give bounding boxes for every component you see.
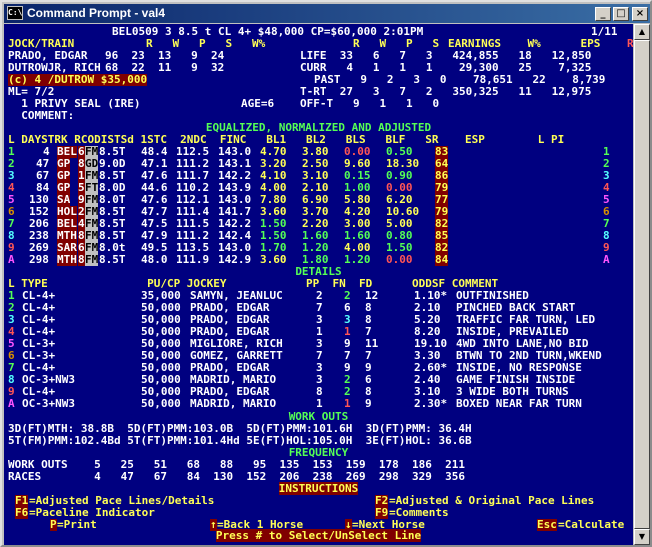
days-cell: 298 (29, 253, 49, 266)
second-call-cell: 111.9 (176, 253, 210, 266)
window-title: Command Prompt - val4 (27, 6, 166, 20)
first-call-cell: 48.0 (141, 253, 168, 266)
scroll-down-icon[interactable]: ▼ (634, 529, 650, 545)
surface-cell: FM (85, 253, 99, 266)
comment-label: COMMENT: (8, 109, 75, 122)
bl1-cell: 3.60 (260, 253, 287, 266)
horse-age: AGE=6 (241, 97, 275, 110)
console-icon: C:\ (7, 6, 23, 20)
finish-cell: 142.9 (218, 253, 252, 266)
right-label: A (603, 253, 610, 266)
row-label: A (8, 253, 15, 266)
command-prompt-window: C:\ Command Prompt - val4 _ □ × BEL0509 … (0, 0, 652, 547)
finish-position-cell: 1 (344, 397, 351, 410)
minimize-button[interactable]: _ (595, 7, 611, 21)
bls-cell: 1.20 (344, 253, 371, 266)
race-type-cell: OC-3+NW3 (22, 397, 75, 410)
field-size-cell: 9 (365, 397, 372, 410)
purse-cell: 50,000 (141, 397, 181, 410)
f6-key[interactable]: F6 (15, 507, 29, 519)
blf-cell: 0.00 (386, 253, 413, 266)
maximize-button[interactable]: □ (613, 7, 629, 21)
scroll-thumb[interactable] (634, 40, 650, 529)
comment-cell: BOXED NEAR FAR TURN (456, 397, 582, 410)
jockey-cell: MADRID, MARIO (190, 397, 277, 410)
workout-line-2: 5T(FM)PMM:102.4Bd 5T(FT)PMM:101.4Hd 5E(F… (8, 434, 472, 447)
speed-rating-cell: 84 (435, 253, 449, 266)
post-position-cell: 1 (316, 397, 323, 410)
odds-cell: 2.30* (414, 397, 448, 410)
track-cell: MTH (57, 253, 77, 266)
console-area[interactable]: BEL0509 3 8.5 t CL 4+ $48,000 CP=$60,000… (4, 24, 633, 545)
scroll-up-icon[interactable]: ▲ (634, 24, 650, 40)
close-button[interactable]: × (632, 7, 648, 21)
row-label: A (8, 397, 15, 410)
title-bar[interactable]: C:\ Command Prompt - val4 _ □ × (4, 4, 650, 23)
vertical-scrollbar[interactable]: ▲ ▼ (634, 24, 650, 545)
distance-cell: 8.5T (99, 253, 126, 266)
frequency-races: RACES 4 47 67 84 130 152 206 238 269 298… (8, 470, 465, 483)
pi-marker: R (627, 37, 633, 50)
select-line-hint: Press # to Select/UnSelect Line (215, 529, 422, 542)
race-num-cell: 8 (78, 253, 85, 266)
offt-record: OFF-T 9 1 1 0 (300, 97, 440, 110)
